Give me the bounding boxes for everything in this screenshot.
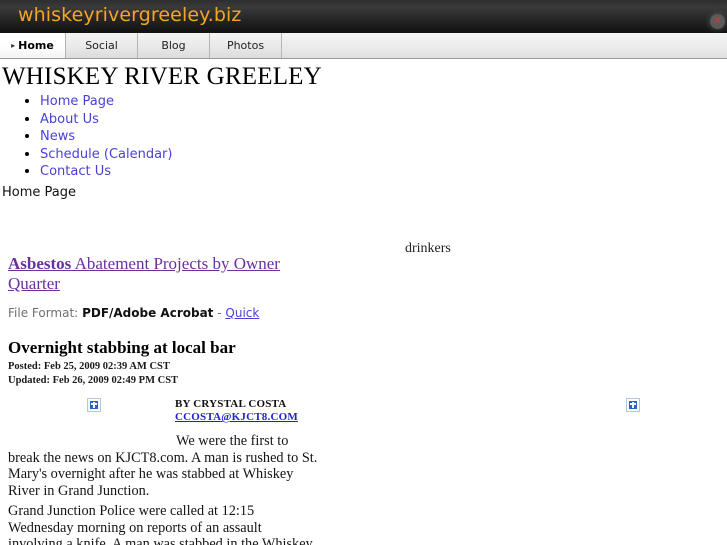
link-title-bold: Asbestos xyxy=(8,254,72,273)
list-item: News xyxy=(40,128,727,146)
stray-text-drinkers: drinkers xyxy=(405,241,451,256)
file-format-separator: - xyxy=(213,306,226,320)
list-item: Home Page xyxy=(40,93,727,111)
link-asbestos-abatement-projects[interactable]: Asbestos Abatement Projects by Owner Qua… xyxy=(8,254,288,294)
file-format-value: PDF/Adobe Acrobat xyxy=(82,306,214,320)
article-posted-date: Posted: Feb 25, 2009 02:39 AM CST xyxy=(8,361,170,372)
byline-author-email[interactable]: CCOSTA@KJCT8.COM xyxy=(175,411,298,424)
tab-home[interactable]: ▸ Home xyxy=(0,33,66,58)
article-paragraph-1: We were the first to break the news on K… xyxy=(8,433,318,499)
page-content: WHISKEY RIVER GREELEY Home Page About Us… xyxy=(0,59,727,545)
list-item: Schedule (Calendar) xyxy=(40,146,727,164)
link-home-page[interactable]: Home Page xyxy=(40,94,114,109)
link-contact-us[interactable]: Contact Us xyxy=(40,164,111,179)
caret-right-icon: ▸ xyxy=(11,40,16,50)
file-format-label: File Format: xyxy=(8,306,79,320)
link-quick-view[interactable]: Quick xyxy=(225,306,259,320)
file-format-line: File Format: PDF/Adobe Acrobat - Quick xyxy=(8,306,259,320)
site-link-list: Home Page About Us News Schedule (Calend… xyxy=(0,93,727,181)
site-title: whiskeyrivergreeley.biz xyxy=(18,4,242,26)
breadcrumb: Home Page xyxy=(2,184,76,200)
link-about-us[interactable]: About Us xyxy=(40,112,99,127)
article-byline: BY CRYSTAL COSTA CCOSTA@KJCT8.COM xyxy=(175,398,298,424)
link-news[interactable]: News xyxy=(40,129,75,144)
tab-home-label: Home xyxy=(18,39,54,52)
broken-image-icon-author[interactable] xyxy=(87,398,101,412)
tabstrip-filler xyxy=(282,33,727,58)
list-item: Contact Us xyxy=(40,163,727,181)
close-glyph: ✕ xyxy=(712,14,723,27)
broken-image-icon-corner[interactable]: ✕ xyxy=(710,14,725,29)
link-schedule-calendar[interactable]: Schedule (Calendar) xyxy=(40,147,172,162)
article-headline: Overnight stabbing at local bar xyxy=(8,338,236,357)
tab-blog-label: Blog xyxy=(161,39,186,52)
article-paragraph-2: Grand Junction Police were called at 12:… xyxy=(8,503,313,545)
site-header-bar: whiskeyrivergreeley.biz ✕ xyxy=(0,0,727,33)
article-updated-date: Updated: Feb 26, 2009 02:49 PM CST xyxy=(8,375,179,386)
list-item: About Us xyxy=(40,111,727,129)
broken-image-glyph xyxy=(89,400,99,410)
page-title: WHISKEY RIVER GREELEY xyxy=(2,63,322,90)
tab-photos[interactable]: Photos xyxy=(210,33,282,58)
tab-social[interactable]: Social xyxy=(66,33,138,58)
broken-image-glyph xyxy=(628,400,638,410)
broken-image-icon-sidebar[interactable] xyxy=(626,398,640,412)
byline-author-name: BY CRYSTAL COSTA xyxy=(175,398,287,410)
tab-social-label: Social xyxy=(85,39,118,52)
tab-blog[interactable]: Blog xyxy=(138,33,210,58)
tab-photos-label: Photos xyxy=(226,39,265,52)
site-nav-tabs: ▸ Home Social Blog Photos xyxy=(0,33,727,59)
